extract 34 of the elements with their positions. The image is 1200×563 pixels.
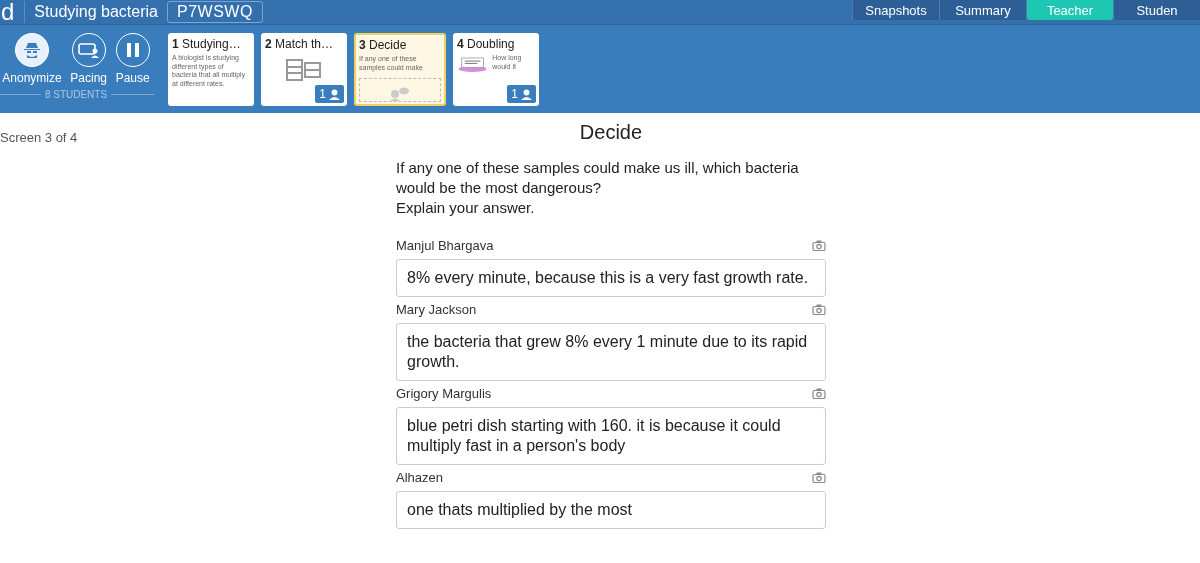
toolbar-button[interactable]: Anonymize	[2, 33, 62, 85]
camera-icon[interactable]	[812, 304, 826, 315]
screen-title: Decide	[578, 121, 644, 144]
student-answer: one thats multiplied by the most	[396, 491, 826, 529]
pause-icon	[124, 41, 141, 59]
student-count: 8 STUDENTS	[44, 89, 108, 100]
camera-icon[interactable]	[812, 240, 826, 251]
student-name: Alhazen	[396, 470, 443, 485]
student-name: Mary Jackson	[396, 302, 477, 317]
view-tab[interactable]: Summary	[939, 0, 1026, 20]
screen-card[interactable]: 2 Match th… 1	[261, 33, 347, 106]
person-icon	[329, 88, 340, 100]
camera-icon[interactable]	[812, 388, 826, 399]
student-name: Manjul Bhargava	[396, 238, 494, 253]
student-name: Grigory Margulis	[396, 386, 492, 401]
activity-title: Studying bacteria	[34, 3, 158, 21]
student-answer: blue petri dish starting with 160. it is because it could multiply fast in a person's body	[396, 407, 826, 465]
view-tab[interactable]: Studen	[1113, 0, 1200, 20]
camera-icon[interactable]	[812, 472, 826, 483]
response-count-badge: 1	[315, 85, 344, 103]
app-logo[interactable]: d	[1, 1, 26, 23]
screen-person-icon	[77, 41, 100, 59]
table-icon	[286, 59, 322, 81]
screen-position: Screen 3 of 4	[0, 130, 78, 145]
student-answer: the bacteria that grew 8% every 1 minute due to its rapid growth.	[396, 323, 826, 381]
disguise-icon	[22, 40, 42, 60]
person-icon	[521, 88, 532, 100]
question-instruction: Explain your answer.	[396, 198, 536, 218]
class-code: P7WSWQ	[167, 1, 263, 23]
response-count-badge: 1	[507, 85, 536, 103]
view-tab[interactable]: Snapshots	[852, 0, 939, 20]
discussion-icon	[389, 87, 411, 101]
question-prompt: If any one of these samples could make us ill, which bacteria would be the most dangerous?	[396, 158, 800, 198]
student-answer: 8% every minute, because this is a very fast growth rate.	[396, 259, 826, 297]
